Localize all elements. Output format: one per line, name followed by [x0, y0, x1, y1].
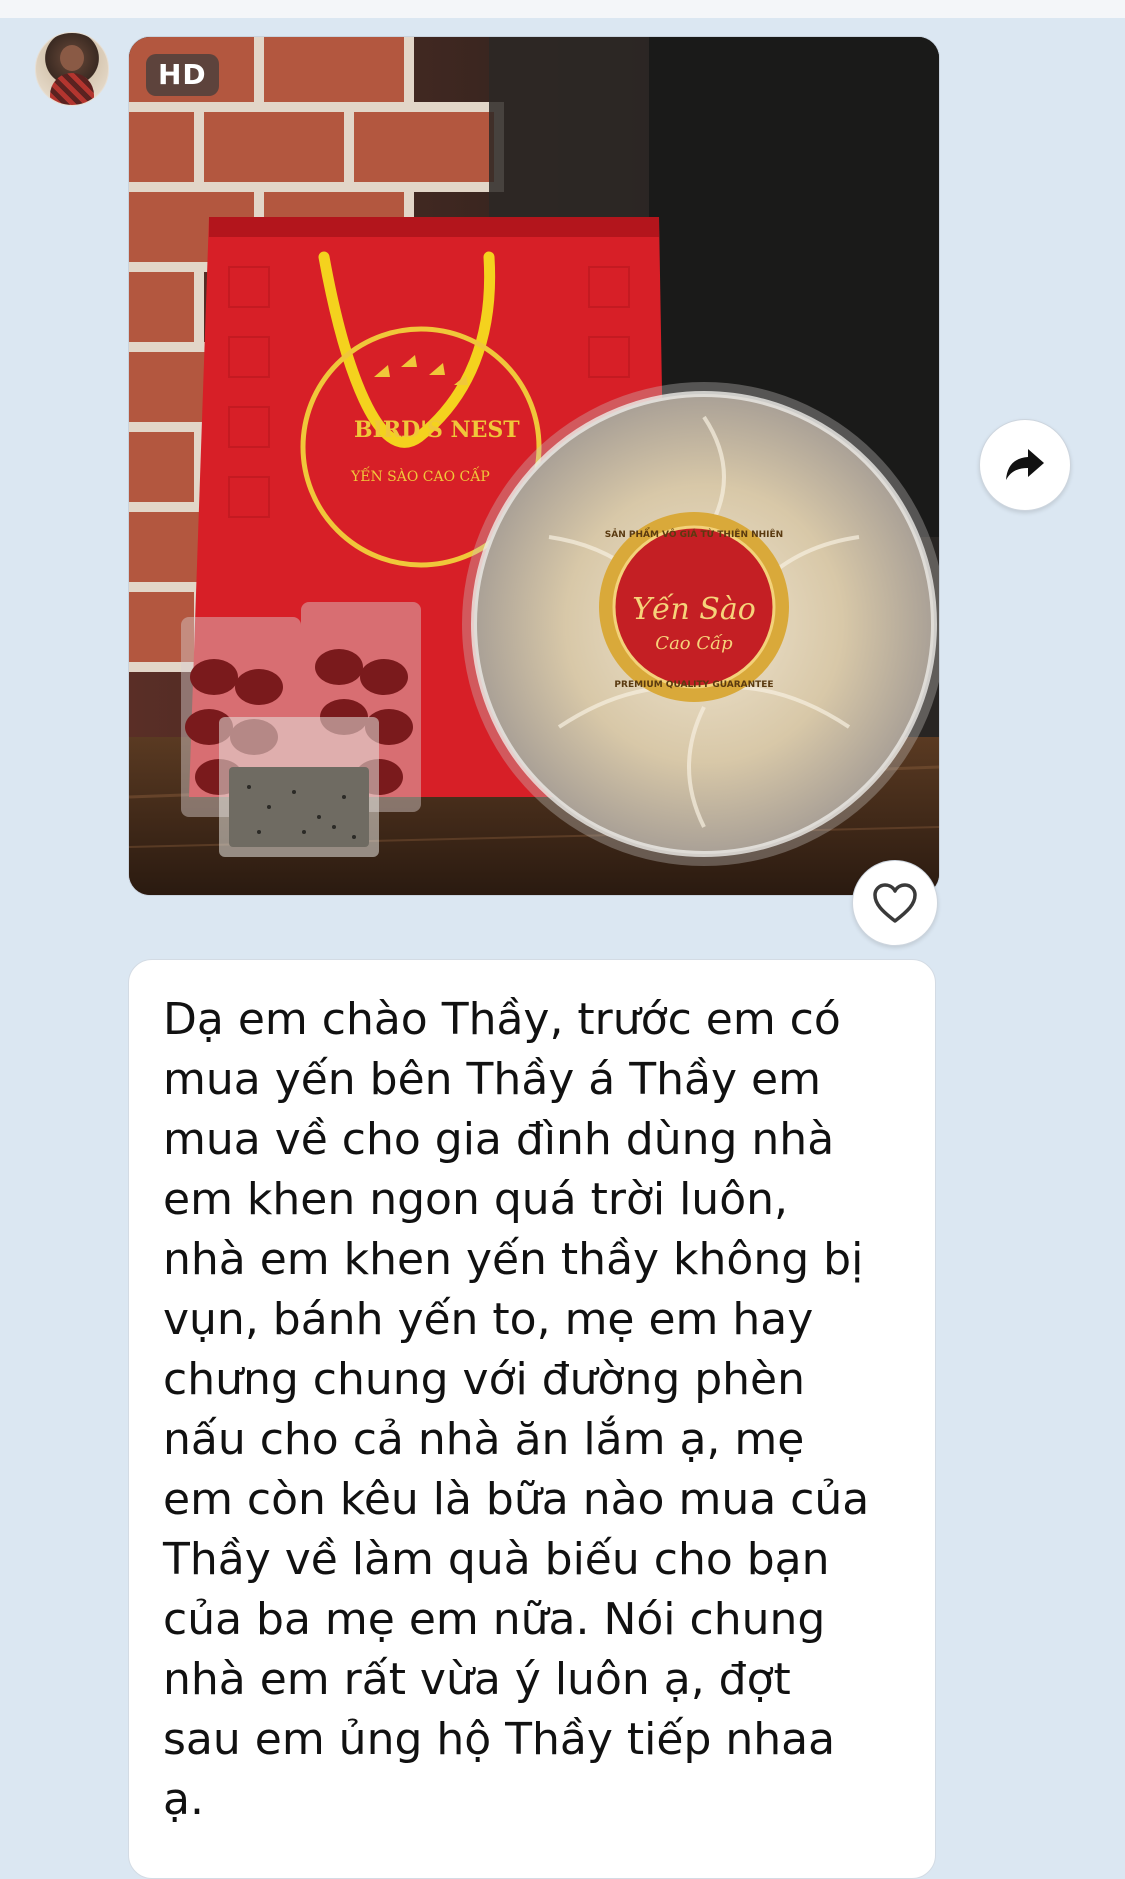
share-button[interactable]: [979, 419, 1071, 511]
share-arrow-icon: [1006, 449, 1044, 480]
seal-subtitle: Cao Cấp: [655, 633, 733, 654]
top-strip: [0, 0, 1125, 18]
photo-message[interactable]: BIRD'S NEST YẾN SÀO CAO CẤP Yến Sào Cao …: [128, 36, 940, 896]
bag-logo-line1: BIRD'S NEST: [354, 417, 520, 443]
avatar-body: [50, 73, 94, 105]
nest-container: Yến Sào Cao Cấp SẢN PHẨM VÔ GIÁ TỪ THIÊN…: [462, 382, 939, 866]
message-text: Dạ em chào Thầy, trước em có mua yến bên…: [163, 994, 870, 1825]
sender-avatar[interactable]: [35, 32, 109, 106]
seal-arc-bottom: PREMIUM QUALITY GUARANTEE: [614, 680, 773, 690]
text-message-bubble[interactable]: Dạ em chào Thầy, trước em có mua yến bên…: [128, 959, 936, 1879]
like-button[interactable]: [852, 860, 938, 946]
hd-badge: HD: [146, 54, 219, 96]
avatar-face: [60, 45, 84, 71]
seal-title: Yến Sào: [632, 592, 756, 627]
heart-outline-icon: [873, 883, 917, 923]
product-photo: BIRD'S NEST YẾN SÀO CAO CẤP Yến Sào Cao …: [129, 37, 939, 895]
